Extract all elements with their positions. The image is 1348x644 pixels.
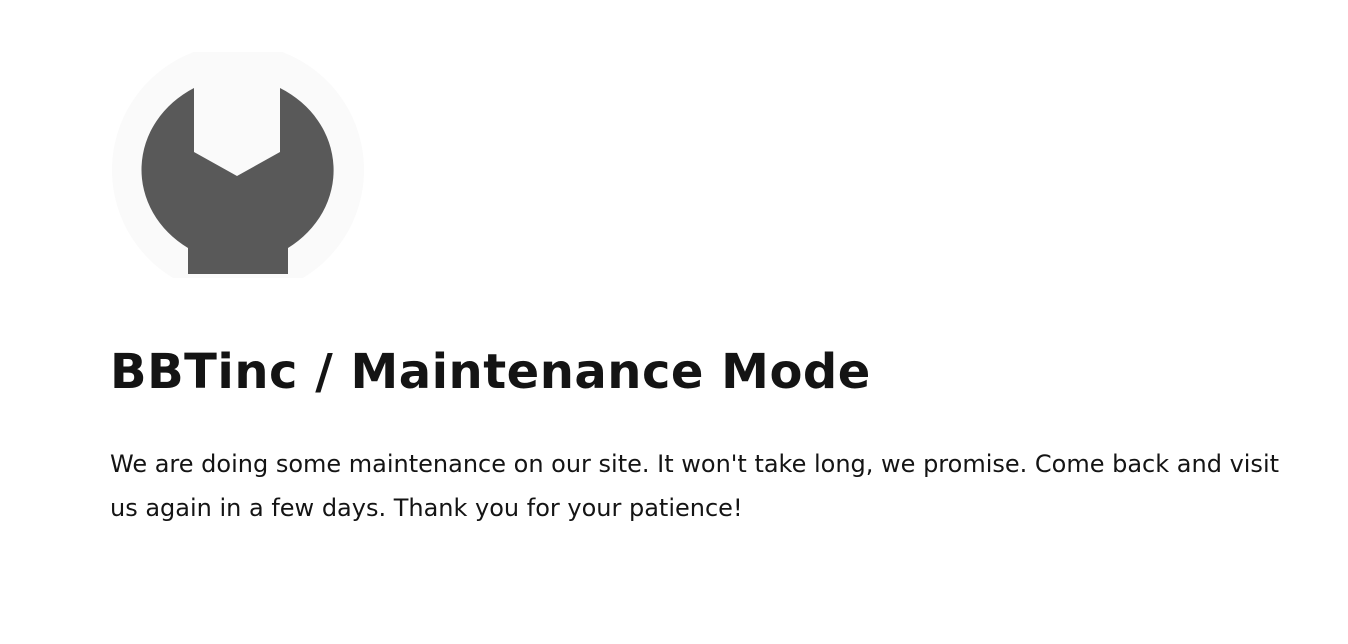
wrench-icon bbox=[108, 52, 368, 278]
page-title: BBTinc / Maintenance Mode bbox=[110, 344, 871, 400]
maintenance-message: We are doing some maintenance on our sit… bbox=[110, 450, 1280, 522]
maintenance-page: BBTinc / Maintenance Mode We are doing s… bbox=[0, 0, 1348, 644]
